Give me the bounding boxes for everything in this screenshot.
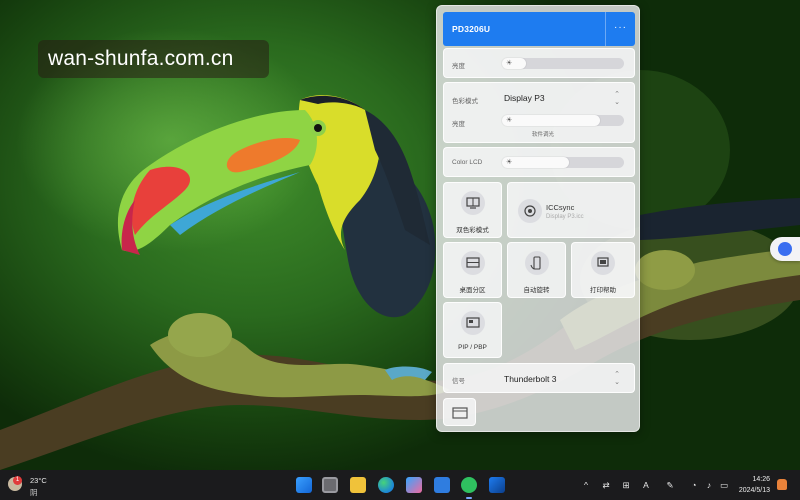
color-lcd-slider[interactable]: ☀ (502, 157, 624, 168)
panel-settings-button[interactable] (443, 398, 476, 426)
floating-assistant-button[interactable] (770, 237, 800, 261)
source-dropdown[interactable]: Thunderbolt 3 (504, 374, 556, 384)
sun-icon: ☀ (506, 60, 513, 67)
wechat-icon[interactable] (461, 477, 477, 493)
iccsync-title: ICCsync (546, 203, 575, 212)
rotate-icon (524, 251, 549, 275)
desktop-partition-tile[interactable]: 桌面分区 (443, 242, 502, 298)
brightness-slider[interactable]: ☀ (502, 58, 624, 69)
clock-time: 14:26 (752, 476, 770, 483)
brightness-label: 亮度 (452, 63, 465, 70)
color-mode-card: 色彩模式 Display P3 ⌃ ⌄ 亮度 ☀ 软件调光 (443, 82, 635, 143)
weather-badge: 1 (13, 476, 22, 485)
software-dimming-label: 软件调光 (532, 132, 555, 138)
color-mode-label: 色彩模式 (452, 98, 478, 105)
sun-icon: ☀ (506, 117, 513, 124)
desktop-partition-icon (460, 251, 485, 275)
auto-rotate-label: 自动旋转 (523, 287, 550, 294)
sun-icon: ☀ (506, 159, 513, 166)
monitor-control-panel: PD3206U ··· 亮度 ☀ 色彩模式 Display P3 ⌃ ⌄ 亮度 ☀… (436, 5, 640, 432)
temperature: 23°C (30, 476, 47, 485)
dual-color-mode-tile[interactable]: 双色彩模式 (443, 182, 502, 238)
print-assist-icon (591, 251, 615, 275)
volume-icon[interactable]: ♪ (703, 470, 715, 500)
task-view-icon[interactable] (322, 477, 338, 493)
battery-icon[interactable]: ▭ (718, 470, 730, 500)
assistant-icon (778, 242, 792, 256)
monitor-app-icon[interactable] (489, 477, 505, 493)
more-options-button[interactable]: ··· (605, 12, 635, 46)
color-mode-brightness-slider[interactable]: ☀ (502, 115, 624, 126)
panel-header: PD3206U ··· (443, 12, 635, 46)
color-lcd-card: Color LCD ☀ (443, 147, 635, 177)
clock-date: 2024/5/13 (738, 487, 770, 494)
color-mode-dropdown[interactable]: Display P3 (504, 93, 545, 103)
file-explorer-icon[interactable] (350, 477, 366, 493)
pip-pbp-label: PIP / PBP (458, 344, 487, 351)
auto-rotate-tile[interactable]: 自动旋转 (507, 242, 566, 298)
brightness-card: 亮度 ☀ (443, 48, 635, 78)
system-clock[interactable]: 14:26 2024/5/13 (734, 474, 770, 496)
thunderbolt-app-icon[interactable] (434, 477, 450, 493)
weather-widget[interactable]: 1 23°C 阴 (6, 473, 66, 497)
bluetooth-icon[interactable]: ⇄ (600, 470, 612, 500)
input-icon[interactable]: ⊞ (620, 470, 632, 500)
monitor-model-title: PD3206U (452, 24, 491, 34)
ime-indicator[interactable]: A (640, 470, 652, 500)
tray-overflow-button[interactable]: ^ (580, 470, 592, 500)
pen-icon[interactable]: ✎ (664, 470, 676, 500)
pip-pbp-tile[interactable]: PIP / PBP (443, 302, 502, 358)
desktop-wallpaper: wan-shunfa.com.cn (0, 0, 800, 470)
edge-icon[interactable] (378, 477, 394, 493)
iccsync-tile[interactable]: ICCsync Display P3.icc (507, 182, 635, 238)
print-assist-tile[interactable]: 打印帮助 (571, 242, 635, 298)
source-card: 信号 Thunderbolt 3 ⌃ ⌄ (443, 363, 635, 393)
taskbar: 1 23°C 阴 ^ ⇄ ⊞ A ✎ ◔ ♪ ▭ 14:26 2024/5/13 (0, 470, 800, 500)
desktop-partition-label: 桌面分区 (459, 287, 486, 294)
iccsync-profile: Display P3.icc (546, 214, 584, 220)
store-icon[interactable] (406, 477, 422, 493)
windows-start-icon[interactable] (296, 477, 312, 493)
dual-color-mode-label: 双色彩模式 (456, 227, 489, 234)
weather-condition: 阴 (30, 488, 38, 497)
active-app-indicator (466, 497, 472, 499)
pip-icon (460, 311, 485, 335)
dual-screen-icon (460, 191, 485, 215)
color-mode-slider-fill (502, 115, 600, 126)
color-mode-brightness-label: 亮度 (452, 121, 465, 128)
color-lcd-label: Color LCD (452, 159, 483, 166)
wifi-icon[interactable]: ◔ (688, 470, 700, 500)
chevron-updown-icon[interactable]: ⌃ ⌄ (612, 371, 622, 387)
print-assist-label: 打印帮助 (590, 287, 616, 294)
notification-bell-icon[interactable] (777, 479, 787, 490)
watermark-text: wan-shunfa.com.cn (38, 40, 269, 78)
chevron-updown-icon[interactable]: ⌃ ⌄ (612, 91, 622, 107)
window-icon (452, 407, 468, 419)
iccsync-icon (518, 199, 542, 223)
source-label: 信号 (452, 378, 465, 385)
